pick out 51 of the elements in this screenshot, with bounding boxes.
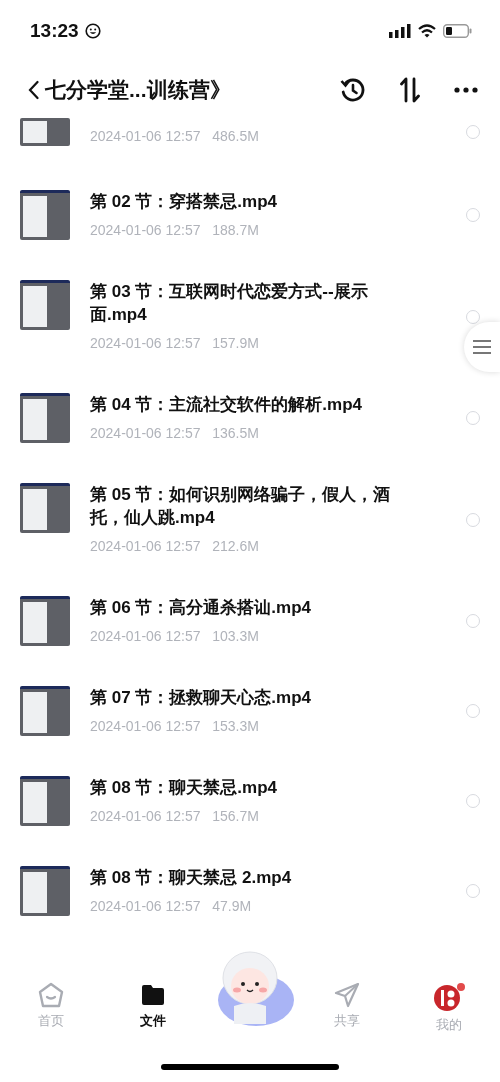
file-row[interactable]: 第 08 节：聊天禁忌 2.mp4 2024-01-06 12:57 47.9M: [0, 846, 500, 936]
file-name: 第 02 节：穿搭禁忌.mp4: [90, 191, 279, 213]
video-thumbnail: [20, 483, 70, 533]
sort-icon[interactable]: [400, 77, 420, 103]
home-icon: [38, 982, 64, 1008]
video-thumbnail: [20, 866, 70, 916]
file-meta: 2024-01-06 12:57 486.5M: [90, 127, 260, 146]
file-name: 第 08 节：聊天禁忌.mp4: [90, 777, 279, 799]
history-icon[interactable]: [340, 77, 366, 103]
file-row[interactable]: 第 08 节：聊天禁忌.mp4 2024-01-06 12:57 156.7M: [0, 756, 500, 846]
video-thumbnail: [20, 686, 70, 736]
file-row[interactable]: 第 06 节：高分通杀搭讪.mp4 2024-01-06 12:57 103.3M: [0, 576, 500, 666]
side-menu-button[interactable]: [464, 322, 500, 372]
file-meta: 2024-01-06 12:57 103.3M: [90, 627, 260, 646]
video-thumbnail: [20, 596, 70, 646]
file-name: 第 03 节：互联网时代恋爱方式--展示面.mp4: [90, 281, 369, 326]
file-name: 第 05 节：如何识别网络骗子，假人，酒托，仙人跳.mp4: [90, 484, 392, 529]
file-meta: 2024-01-06 12:57 157.9M: [90, 334, 260, 353]
folder-title: 七分学堂...训练营》: [45, 77, 232, 103]
tab-item[interactable]: 文件: [102, 970, 204, 1031]
file-row[interactable]: 第 03 节：互联网时代恋爱方式--展示面.mp4 2024-01-06 12:57 157.9M: [0, 260, 500, 373]
file-row[interactable]: 第 04 节：主流社交软件的解析.mp4 2024-01-06 12:57 136.5M: [0, 373, 500, 463]
file-row[interactable]: 第 02 节：穿搭禁忌.mp4 2024-01-06 12:57 188.7M: [0, 170, 500, 260]
status-time: 13:23: [30, 20, 79, 42]
file-name: 第 04 节：主流社交软件的解析.mp4: [90, 394, 364, 416]
file-meta: 2024-01-06 12:57 153.3M: [90, 717, 260, 736]
video-thumbnail: [20, 118, 70, 146]
video-thumbnail: [20, 393, 70, 443]
send-icon: [334, 982, 360, 1008]
menu-icon[interactable]: [472, 339, 492, 355]
file-name: 第 08 节：聊天禁忌 2.mp4: [90, 867, 293, 889]
file-meta: 2024-01-06 12:57 136.5M: [90, 424, 260, 443]
video-thumbnail: [20, 280, 70, 330]
video-thumbnail: [20, 190, 70, 240]
video-thumbnail: [20, 776, 70, 826]
back-icon[interactable]: [28, 80, 39, 100]
file-name: 第 06 节：高分通杀搭讪.mp4: [90, 597, 313, 619]
signal-icon: [389, 24, 411, 38]
wifi-icon: [418, 24, 436, 38]
more-icon[interactable]: [454, 87, 478, 93]
smiley-icon: [84, 23, 101, 39]
file-meta: 2024-01-06 12:57 156.7M: [90, 807, 260, 826]
file-row[interactable]: 第 07 节：拯救聊天心态.mp4 2024-01-06 12:57 153.3M: [0, 666, 500, 756]
avatar-icon: [432, 982, 466, 1012]
file-meta: 2024-01-06 12:57 188.7M: [90, 221, 260, 240]
battery-icon: [443, 24, 472, 38]
file-meta: 2024-01-06 12:57 212.6M: [90, 537, 260, 556]
file-name: 第 07 节：拯救聊天心态.mp4: [90, 687, 313, 709]
file-row[interactable]: 第 05 节：如何识别网络骗子，假人，酒托，仙人跳.mp4 2024-01-06 12:57 212.6M: [0, 463, 500, 576]
file-meta: 2024-01-06 12:57 47.9M: [90, 897, 253, 916]
folder-icon: [140, 982, 166, 1008]
